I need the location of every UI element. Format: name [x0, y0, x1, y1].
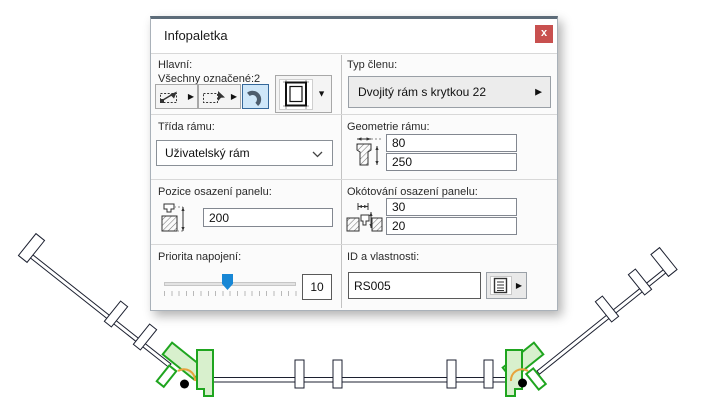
panel-position-input[interactable]: [203, 208, 333, 227]
main-section-label: Hlavní:: [158, 59, 192, 71]
rail-post[interactable]: [333, 360, 342, 388]
frame-width-input[interactable]: [386, 134, 517, 152]
dropdown-arrow-icon: ▼: [317, 90, 326, 99]
frame-depth-input[interactable]: [386, 153, 517, 171]
row-divider: [151, 244, 557, 245]
member-type-value: Dvojitý rám s krytkou 22: [358, 85, 486, 99]
palette-titlebar[interactable]: Infopaletka x: [151, 19, 557, 54]
selected-frame-left[interactable]: [157, 343, 213, 396]
frame-class-value: Uživatelský rám: [165, 146, 250, 160]
id-properties-label: ID a vlastnosti:: [347, 251, 419, 263]
select-settings-button[interactable]: ▶: [155, 84, 198, 109]
panel-offset-bottom-input[interactable]: [386, 217, 517, 235]
flyout-arrow-icon: ▶: [535, 88, 542, 97]
flyout-arrow-icon: ▶: [231, 93, 237, 101]
flyout-arrow-icon: ▶: [516, 282, 522, 290]
panel-position-icon: [158, 201, 188, 235]
priority-slider-ticks: [164, 291, 297, 296]
flyout-arrow-icon: ▶: [188, 93, 194, 101]
rail-horizontal[interactable]: [210, 378, 508, 383]
priority-slider-thumb[interactable]: [222, 274, 233, 290]
marquee-settings-button[interactable]: ▶: [198, 84, 241, 109]
rail-post[interactable]: [295, 360, 304, 388]
frame-type-icon: [280, 80, 312, 109]
close-button[interactable]: x: [535, 25, 553, 43]
frame-type-icon-box: [279, 79, 313, 110]
frame-geometry-icon: [352, 133, 384, 171]
frame-type-button[interactable]: ▼: [275, 75, 332, 113]
palette-title: Infopaletka: [164, 28, 228, 43]
infopaletka-palette: Infopaletka x Hlavní: Všechny označené:2…: [150, 16, 558, 311]
frame-geometry-label: Geometrie rámu:: [347, 121, 430, 133]
connection-priority-label: Priorita napojení:: [158, 251, 241, 263]
panel-offset-top-input[interactable]: [386, 198, 517, 216]
element-id-input[interactable]: [348, 272, 481, 299]
close-icon: x: [541, 27, 547, 39]
properties-list-icon: [493, 277, 509, 294]
gravity-magnet-button[interactable]: [242, 84, 269, 109]
column-divider: [341, 55, 342, 308]
rail-post[interactable]: [447, 360, 456, 388]
hotspot-dot[interactable]: [518, 379, 527, 388]
magnet-icon: [245, 87, 267, 107]
combo-chevron-icon: [312, 151, 324, 158]
rail-post[interactable]: [484, 360, 493, 388]
marquee-tool-icon: [201, 88, 229, 106]
select-tool-icon: [158, 88, 186, 106]
row-divider: [151, 179, 557, 180]
panel-offset-label: Okótování osazení panelu:: [347, 186, 478, 198]
priority-value-input[interactable]: [302, 274, 332, 300]
properties-icon-box: [490, 276, 512, 295]
member-type-label: Typ členu:: [347, 59, 397, 71]
frame-class-combobox[interactable]: Uživatelský rám: [156, 140, 333, 166]
app-window: Infopaletka x Hlavní: Všechny označené:2…: [0, 0, 703, 418]
row-divider: [151, 114, 557, 115]
frame-class-label: Třída rámu:: [158, 121, 215, 133]
panel-position-label: Pozice osazení panelu:: [158, 186, 272, 198]
hotspot-dot[interactable]: [180, 380, 189, 389]
properties-button[interactable]: ▶: [486, 272, 527, 299]
member-type-dropdown[interactable]: Dvojitý rám s krytkou 22 ▶: [348, 76, 551, 108]
panel-offset-icon: [346, 199, 383, 236]
